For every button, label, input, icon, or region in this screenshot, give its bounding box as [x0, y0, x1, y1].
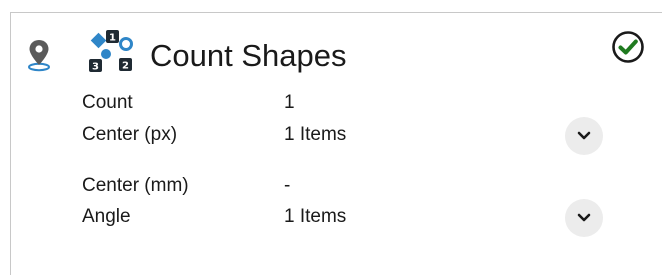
tool-title: Count Shapes — [150, 38, 347, 73]
chevron-down-icon — [577, 211, 591, 226]
property-label-center-mm: Center (mm) — [82, 175, 189, 196]
property-label-center-px: Center (px) — [82, 124, 178, 145]
property-label-angle: Angle — [82, 206, 131, 227]
svg-text:2: 2 — [122, 61, 129, 72]
count-shapes-icon: 1 3 2 — [86, 28, 138, 81]
svg-text:3: 3 — [92, 62, 99, 73]
check-circle-icon — [611, 30, 645, 69]
map-pin-icon — [26, 38, 52, 77]
expand-angle-button[interactable] — [565, 199, 603, 237]
expand-center-px-button[interactable] — [565, 117, 603, 155]
property-value-count: 1 — [284, 92, 295, 113]
chevron-down-icon — [577, 129, 591, 144]
property-value-angle: 1 Items — [284, 206, 347, 227]
property-label-count: Count — [82, 92, 133, 113]
property-value-center-px: 1 Items — [284, 124, 347, 145]
svg-text:1: 1 — [109, 33, 116, 44]
property-value-center-mm: - — [284, 175, 291, 196]
